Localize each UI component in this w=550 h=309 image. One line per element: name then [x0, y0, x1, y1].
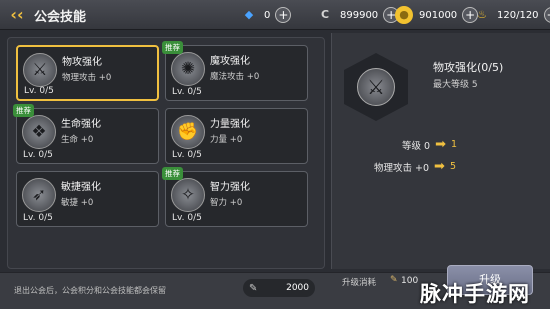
guild-points-box: ✎ 2000	[243, 279, 315, 297]
stat-next: 5	[449, 161, 456, 172]
upgrade-cost-value: 100	[401, 276, 419, 286]
add-crystal-button[interactable]: +	[275, 7, 292, 23]
fist-icon: ✊	[171, 115, 205, 149]
skill-effect: 魔法攻击 +0	[210, 72, 260, 82]
skill-level: Lv. 0/5	[172, 87, 202, 97]
watermark-text: 脉冲手游网	[420, 282, 530, 306]
skill-name: 敏捷强化	[61, 182, 101, 193]
gold-value: 901000	[419, 9, 458, 21]
skill-emblem-frame: ⚔	[344, 53, 408, 121]
skill-level: Lv. 0/5	[23, 150, 53, 160]
skill-card-magic-attack[interactable]: 推荐 ✺ 魔攻强化 魔法攻击 +0 Lv. 0/5	[162, 41, 308, 101]
stat-current: 物理攻击 +0	[374, 162, 430, 174]
skill-effect: 敏捷 +0	[61, 198, 94, 208]
skill-effect: 智力 +0	[210, 198, 243, 208]
skill-level: Lv. 0/5	[24, 86, 54, 96]
skill-card-agility[interactable]: ➶ 敏捷强化 敏捷 +0 Lv. 0/5	[16, 171, 159, 227]
gold-coin-icon: ●	[395, 6, 413, 24]
currency-stamina: ♨ 120/120 +	[473, 5, 550, 25]
currency-gold: ● 901000 +	[395, 5, 479, 25]
stat-change-row: 物理攻击 +0 ➡ 5	[374, 159, 456, 174]
skill-card-intellect[interactable]: 推荐 ✧ 智力强化 智力 +0 Lv. 0/5	[162, 167, 308, 227]
skill-name: 力量强化	[210, 119, 250, 130]
mind-icon: ✧	[171, 178, 205, 212]
skill-name: 生命强化	[61, 119, 101, 130]
level-change-row: 等级 0 ➡ 1	[402, 137, 457, 152]
upgrade-cost-label: 升级消耗	[342, 278, 377, 288]
skill-effect: 物理攻击 +0	[62, 73, 112, 83]
skill-detail-panel: ⚔ 物攻强化(0/5) 最大等级 5 等级 0 ➡ 1 物理攻击 +0 ➡ 5	[331, 33, 550, 269]
skill-card-physical-attack[interactable]: ⚔ 物攻强化 物理攻击 +0 Lv. 0/5	[16, 45, 159, 101]
detail-title: 物攻强化(0/5)	[433, 61, 504, 74]
page-title: 公会技能	[34, 10, 87, 25]
silver-value: 899900	[340, 9, 379, 21]
level-current: 等级 0	[402, 140, 431, 152]
skill-list-panel: ⚔ 物攻强化 物理攻击 +0 Lv. 0/5 推荐 ✺ 魔攻强化 魔法攻击 +0…	[7, 37, 325, 269]
arrow-right-icon: ➡	[434, 159, 445, 174]
skill-name: 智力强化	[210, 182, 250, 193]
skill-name: 魔攻强化	[210, 56, 250, 67]
skill-level: Lv. 0/5	[172, 213, 202, 223]
skill-level: Lv. 0/5	[172, 150, 202, 160]
guild-notice: 退出公会后，公会积分和公会技能都会保留	[14, 286, 166, 295]
recommended-badge: 推荐	[162, 167, 183, 180]
blue-crystal-icon: ◆	[244, 8, 254, 21]
level-next: 1	[450, 139, 458, 150]
skill-name: 物攻强化	[62, 57, 102, 68]
skill-card-strength[interactable]: ✊ 力量强化 力量 +0 Lv. 0/5	[165, 108, 308, 164]
currency-silver: C 899900 +	[316, 5, 400, 25]
skill-card-life[interactable]: 推荐 ❖ 生命强化 生命 +0 Lv. 0/5	[13, 104, 159, 164]
stamina-icon: ♨	[477, 8, 487, 21]
currency-crystal: ◆ 0 +	[240, 5, 292, 25]
arrow-right-icon: ➡	[435, 137, 446, 152]
back-arrow-icon[interactable]: ‹‹	[6, 5, 28, 25]
stamina-value: 120/120	[497, 9, 539, 21]
detail-max-level: 最大等级 5	[433, 80, 478, 90]
guild-points-value: 2000	[286, 283, 309, 293]
runner-icon: ➶	[22, 178, 56, 212]
top-bar: ‹‹ 公会技能 ◆ 0 + C 899900 + ● 901000 + ♨ 12…	[0, 0, 550, 30]
heart-shield-icon: ❖	[22, 115, 56, 149]
sword-emblem-icon: ⚔	[357, 68, 395, 106]
recommended-badge: 推荐	[13, 104, 34, 117]
crystal-value: 0	[264, 9, 271, 21]
add-stamina-button[interactable]: +	[543, 7, 550, 23]
skill-level: Lv. 0/5	[23, 213, 53, 223]
skill-effect: 力量 +0	[210, 135, 243, 145]
skill-effect: 生命 +0	[61, 135, 94, 145]
guild-points-icon: ✎	[249, 282, 258, 294]
silver-coin-icon: C	[320, 8, 330, 21]
recommended-badge: 推荐	[162, 41, 183, 54]
sword-emblem-icon: ⚔	[23, 53, 57, 87]
magic-swirl-icon: ✺	[171, 52, 205, 86]
guild-points-icon: ✎	[390, 275, 398, 285]
